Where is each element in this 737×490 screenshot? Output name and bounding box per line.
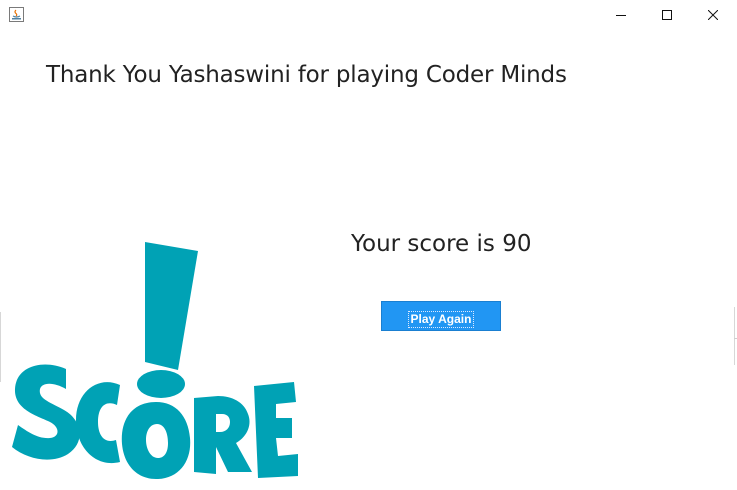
- maximize-button[interactable]: [644, 0, 690, 30]
- edge-divider: [734, 307, 735, 365]
- minimize-button[interactable]: [598, 0, 644, 30]
- play-again-button[interactable]: Play Again: [381, 301, 501, 331]
- title-bar: [0, 0, 737, 30]
- maximize-icon: [662, 10, 672, 20]
- result-panel: Thank You Yashaswini for playing Coder M…: [0, 30, 737, 490]
- java-app-icon: [9, 7, 24, 22]
- close-icon: [708, 10, 718, 20]
- minimize-icon: [616, 15, 626, 16]
- edge-divider: [0, 312, 1, 382]
- thanks-message: Thank You Yashaswini for playing Coder M…: [46, 62, 567, 88]
- score-logo-image: [12, 242, 298, 480]
- play-again-label: Play Again: [407, 310, 475, 328]
- score-message: Your score is 90: [351, 231, 532, 257]
- close-button[interactable]: [690, 0, 736, 30]
- app-window: Thank You Yashaswini for playing Coder M…: [0, 0, 737, 490]
